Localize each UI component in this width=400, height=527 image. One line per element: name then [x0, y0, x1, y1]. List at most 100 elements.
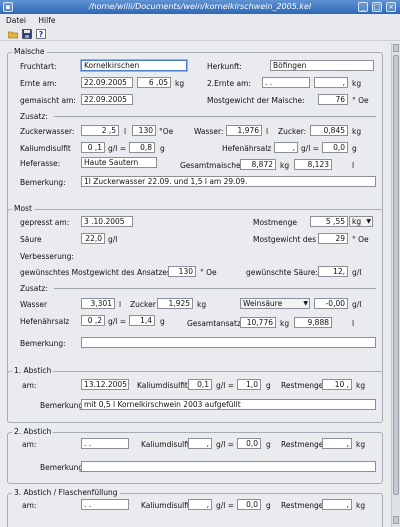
open-folder-icon[interactable] [8, 29, 18, 39]
abstich1-rest-unit: kg [356, 381, 366, 390]
abstich1-am-input[interactable]: 13.12.2005 [81, 379, 129, 390]
saeure-input[interactable]: 22,0 [81, 233, 105, 244]
abstich2-rest-unit: kg [356, 440, 366, 449]
maische-bemerkung-label: Bemerkung: [20, 178, 66, 187]
abstich2-bemerkung-input[interactable] [81, 461, 376, 472]
herkunft-input[interactable]: Böfingen [270, 60, 374, 71]
abstich1-kalium-g-unit: g [266, 381, 271, 390]
abstich1-kalium-label: Kaliumdisulfit [137, 381, 188, 390]
save-icon[interactable] [22, 29, 32, 39]
mostgewicht-maische-input[interactable]: 76 [318, 94, 348, 105]
help-icon[interactable]: ? [36, 29, 46, 39]
close-icon[interactable]: × [386, 2, 396, 12]
mostmenge-unit-value: kg [352, 217, 362, 226]
heferasse-label: Heferasse: [20, 159, 61, 168]
abstich3-am-input[interactable]: . . [81, 499, 129, 510]
abstich3-kalium-label: Kaliumdisulfit [141, 501, 192, 510]
abstich1-kalium-gl: g/l = [216, 381, 235, 390]
most-hefenaehr-gl: g/l = [108, 317, 127, 326]
gew-mostgewicht-input[interactable]: 130 [168, 266, 196, 277]
ernte2-kg-input[interactable]: , [314, 77, 348, 88]
abstich1-bemerkung-input[interactable]: mit 0,5 l Kornelkirschwein 2003 aufgefül… [81, 399, 376, 410]
maische-bemerkung-input[interactable]: 1l Zuckerwasser 22.09. und 1,5 l am 29.0… [81, 176, 376, 187]
gew-saeure-input[interactable]: 12, [318, 266, 348, 277]
abstich1-kalium-input[interactable]: 0,1 [188, 379, 212, 390]
zuckerwasser-input[interactable]: 2 ,5 [81, 125, 119, 136]
maische-kalium-input[interactable]: 0 ,1 [81, 142, 105, 153]
abstich2-am-input[interactable]: . . [81, 438, 129, 449]
abstich2-rest-input[interactable]: , [322, 438, 352, 449]
saeure-type-select[interactable]: Weinsäure ▼ [240, 298, 310, 309]
verbesserung-label: Verbesserung: [20, 252, 74, 261]
abstich3-kalium-input[interactable]: , [188, 499, 212, 510]
abstich1-rest-input[interactable]: 10 , [322, 379, 352, 390]
gesamtmaische-l-unit: l [352, 161, 355, 170]
maische-hefenaehr-label: Hefenährsalz [222, 144, 272, 153]
abstich2-bemerkung-label: Bemerkung: [40, 463, 86, 472]
ernte2-date-input[interactable]: . . [262, 77, 310, 88]
heferasse-input[interactable]: Haute Sautern [81, 157, 157, 168]
abstich1-bemerkung-label: Bemerkung: [40, 401, 86, 410]
abstich3-kalium-gl: g/l = [216, 501, 235, 510]
scroll-up-arrow[interactable] [393, 44, 399, 52]
mostmenge-unit-select[interactable]: kg ▼ [349, 216, 373, 227]
gesamtansatz-label: Gesamtansatz: [187, 319, 244, 328]
abstich3-rest-input[interactable]: , [322, 499, 352, 510]
ernte-date-input[interactable]: 22.09.2005 [81, 77, 133, 88]
ernte-kg-unit: kg [175, 79, 185, 88]
scroll-thumb[interactable] [393, 55, 399, 495]
gemaischt-label: gemaischt am: [20, 96, 76, 105]
most-zucker-value: 1,925 [157, 298, 193, 309]
mostmenge-input[interactable]: 5 ,55 [310, 216, 348, 227]
window-menu-icon[interactable]: ▪ [3, 2, 13, 12]
most-legend: Most [12, 204, 34, 213]
ernte2-label: 2.Ernte am: [207, 79, 251, 88]
fruchtart-input[interactable]: Kornelkirschen [81, 60, 187, 71]
gepresst-input[interactable]: 3 .10.2005 [81, 216, 133, 227]
vertical-scrollbar[interactable] [391, 43, 400, 527]
maische-zusatz-divider [54, 116, 376, 117]
herkunft-label: Herkunft: [207, 62, 242, 71]
menu-hilfe[interactable]: Hilfe [38, 16, 55, 25]
abstich2-legend: 2. Abstich [12, 427, 54, 436]
abstich1-am-label: am: [22, 381, 37, 390]
svg-text:?: ? [39, 30, 44, 39]
maximize-icon[interactable]: □ [372, 2, 382, 12]
minimize-icon[interactable]: _ [358, 2, 368, 12]
maische-wasser-unit: l [266, 127, 269, 136]
gesamtmaische-kg-unit: kg [280, 161, 290, 170]
toolbar: ? [0, 27, 400, 41]
most-hefenaehr-input[interactable]: 0 ,2 [81, 315, 105, 326]
abstich2-kalium-input[interactable]: , [188, 438, 212, 449]
saeure-type-value: Weinsäure [243, 299, 283, 308]
abstich1-legend: 1. Abstich [12, 366, 54, 375]
maische-hefenaehr-g-unit: g [352, 144, 357, 153]
maische-kalium-label: Kaliumdisulfit [20, 144, 71, 153]
gemaischt-input[interactable]: 22.09.2005 [81, 94, 133, 105]
abstich3-kalium-g-unit: g [266, 501, 271, 510]
maische-hefenaehr-input[interactable]: , [274, 142, 298, 153]
abstich2-am-label: am: [22, 440, 37, 449]
abstich3-rest-label: Restmenge: [281, 501, 326, 510]
mostgewicht-most-input[interactable]: 29 [318, 233, 348, 244]
mostgewicht-most-unit: ° Oe [352, 235, 369, 244]
scroll-down-arrow[interactable] [393, 516, 399, 524]
saeure-type-unit: g/l [352, 300, 362, 309]
most-bemerkung-label: Bemerkung: [20, 339, 66, 348]
zuckerwasser-oe-input[interactable]: 130 [132, 125, 156, 136]
ernte-kg-input[interactable]: 6 ,05 [137, 77, 171, 88]
gesamtansatz-l-value: 9,888 [294, 317, 332, 328]
maische-zucker-value: 0,845 [310, 125, 348, 136]
mostgewicht-maische-label: Mostgewicht der Maische: [207, 96, 305, 105]
fruchtart-label: Fruchtart: [20, 62, 57, 71]
maische-wasser-value: 1,976 [226, 125, 262, 136]
most-zucker-unit: kg [197, 300, 207, 309]
gew-saeure-unit: g/l [352, 268, 362, 277]
most-wasser-value: 3,301 [81, 298, 115, 309]
menu-datei[interactable]: Datei [6, 16, 26, 25]
most-bemerkung-input[interactable] [81, 337, 376, 348]
zuckerwasser-label: Zuckerwasser: [20, 127, 75, 136]
maische-kalium-g-value: 0,8 [129, 142, 155, 153]
abstich3-am-label: am: [22, 501, 37, 510]
menu-bar: Datei Hilfe [0, 14, 400, 27]
